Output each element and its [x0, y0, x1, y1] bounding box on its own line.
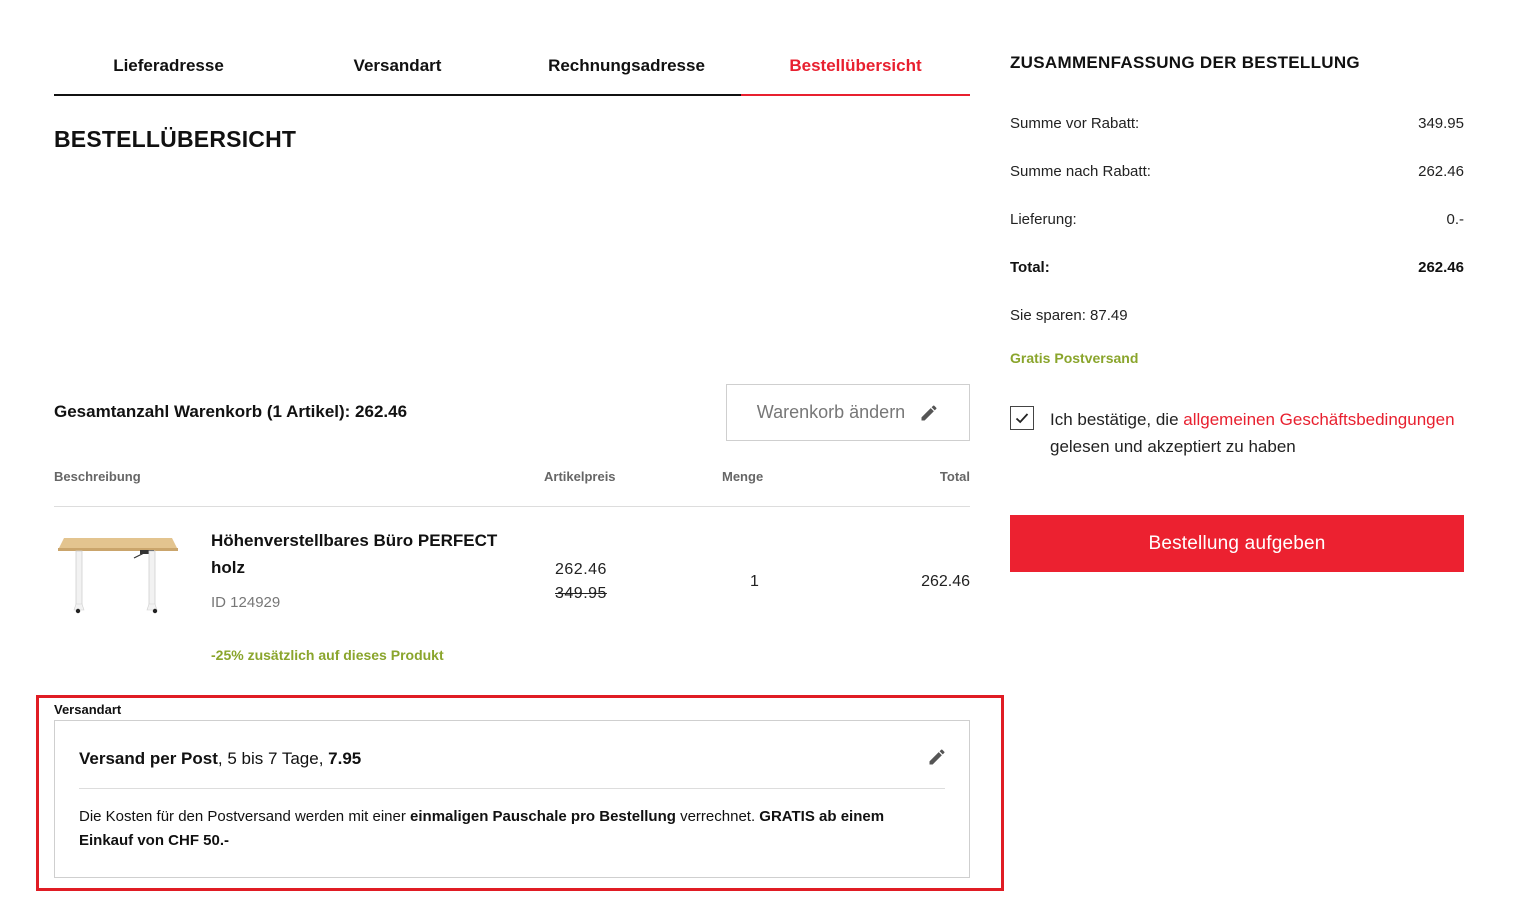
shipping-method-title: Versand per Post, 5 bis 7 Tage, 7.95: [79, 749, 361, 769]
tab-rechnungsadresse[interactable]: Rechnungsadresse: [512, 38, 741, 96]
product-old-price: 349.95: [555, 585, 607, 602]
tab-versandart[interactable]: Versandart: [283, 38, 512, 96]
savings-text: Sie sparen: 87.49: [1010, 307, 1128, 324]
tab-lieferadresse[interactable]: Lieferadresse: [54, 38, 283, 96]
cart-total-label: Gesamtanzahl Warenkorb (1 Artikel): 262.…: [54, 402, 408, 421]
summary-row-before-discount: Summe vor Rabatt: 349.95: [1010, 115, 1464, 132]
after-discount-label: Summe nach Rabatt:: [1010, 163, 1151, 180]
summary-title: ZUSAMMENFASSUNG DER BESTELLUNG: [1010, 53, 1360, 72]
product-price: 262.46: [555, 561, 607, 578]
shipping-method-box: Versand per Post, 5 bis 7 Tage, 7.95 Die…: [54, 720, 970, 878]
after-discount-value: 262.46: [1418, 163, 1464, 180]
summary-row-total: Total: 262.46: [1010, 259, 1464, 276]
summary-row-delivery: Lieferung: 0.-: [1010, 211, 1464, 228]
total-value: 262.46: [1418, 259, 1464, 276]
pencil-icon: [921, 404, 937, 420]
terms-text: Ich bestätige, die allgemeinen Geschäfts…: [1050, 406, 1464, 460]
product-name[interactable]: Höhenverstellbares Büro PERFECT holz: [211, 527, 511, 581]
shipping-desc-bold-1: einmaligen Pauschale pro Bestellung: [410, 808, 676, 825]
edit-shipping-pencil-icon[interactable]: [927, 747, 947, 767]
delivery-value: 0.-: [1446, 211, 1464, 228]
free-shipping-badge: Gratis Postversand: [1010, 350, 1139, 366]
place-order-button[interactable]: Bestellung aufgeben: [1010, 515, 1464, 572]
product-id: ID 124929: [211, 594, 281, 611]
terms-text-after: gelesen und akzeptiert zu haben: [1050, 437, 1296, 456]
product-total: 262.46: [921, 573, 970, 590]
tab-bestelluebersicht[interactable]: Bestellübersicht: [741, 38, 970, 96]
shipping-section-label: Versandart: [54, 702, 122, 717]
page-title: BESTELLÜBERSICHT: [54, 126, 297, 152]
delivery-label: Lieferung:: [1010, 211, 1077, 228]
shipping-desc-text-2: verrechnet.: [675, 808, 760, 825]
checkmark-icon: [1015, 413, 1029, 424]
edit-cart-label: Warenkorb ändern: [756, 402, 906, 422]
column-header-total: Total: [939, 469, 970, 484]
before-discount-value: 349.95: [1418, 115, 1464, 132]
shipping-divider: [79, 788, 945, 789]
summary-row-after-discount: Summe nach Rabatt: 262.46: [1010, 163, 1464, 180]
shipping-description: Die Kosten für den Postversand werden mi…: [79, 805, 939, 853]
column-header-quantity: Menge: [722, 469, 764, 484]
before-discount-label: Summe vor Rabatt:: [1010, 115, 1140, 132]
terms-checkbox[interactable]: [1010, 406, 1034, 430]
edit-cart-button[interactable]: Warenkorb ändern: [726, 384, 970, 441]
column-header-description: Beschreibung: [54, 469, 141, 484]
shipping-method-price: 7.95: [328, 749, 362, 768]
terms-text-before: Ich bestätige, die: [1050, 410, 1184, 429]
product-image-desk[interactable]: [54, 530, 182, 616]
terms-link[interactable]: allgemeinen Geschäftsbedingungen: [1183, 410, 1454, 429]
product-discount: -25% zusätzlich auf dieses Produkt: [211, 647, 444, 663]
total-label: Total:: [1010, 259, 1050, 276]
checkout-steps: Lieferadresse Versandart Rechnungsadress…: [54, 38, 970, 98]
column-header-price: Artikelpreis: [544, 469, 616, 484]
table-divider: [54, 506, 970, 507]
product-quantity: 1: [750, 573, 759, 590]
shipping-desc-text-1: Die Kosten für den Postversand werden mi…: [79, 808, 411, 825]
shipping-method-name: Versand per Post: [79, 749, 218, 768]
shipping-method-details: , 5 bis 7 Tage,: [217, 749, 329, 768]
